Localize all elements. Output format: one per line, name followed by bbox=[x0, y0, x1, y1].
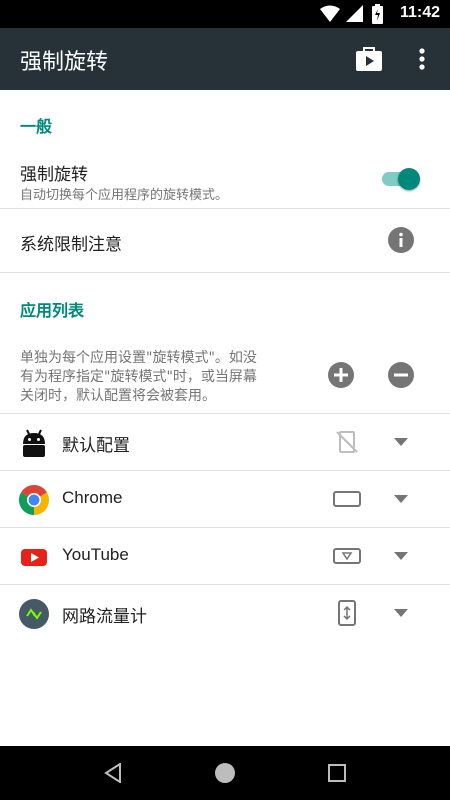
store-button[interactable] bbox=[352, 42, 386, 76]
mode-dropdown[interactable] bbox=[390, 604, 412, 622]
app-list-description: 单独为每个应用设置"旋转模式"。如没 有为程序指定"旋转模式"时，或当屏幕 关闭… bbox=[20, 349, 310, 406]
app-title: 强制旋转 bbox=[20, 50, 109, 75]
back-button[interactable] bbox=[100, 760, 126, 786]
navigation-bar bbox=[0, 746, 450, 800]
system-limits-title: 系统限制注意 bbox=[20, 235, 122, 255]
force-rotation-toggle[interactable] bbox=[382, 164, 422, 194]
remove-icon bbox=[394, 373, 408, 377]
add-app-button[interactable] bbox=[328, 362, 354, 388]
more-vert-icon bbox=[419, 48, 425, 70]
divider bbox=[0, 272, 450, 273]
chevron-down-icon bbox=[394, 609, 408, 617]
mode-dropdown[interactable] bbox=[390, 547, 412, 565]
more-options-button[interactable] bbox=[405, 42, 439, 76]
reverse-landscape-icon[interactable] bbox=[330, 543, 364, 569]
force-rotation-subtitle: 自动切换每个应用程序的旋转模式。 bbox=[20, 188, 229, 203]
traffic-meter-icon bbox=[18, 598, 50, 630]
portrait-icon[interactable] bbox=[330, 600, 364, 626]
force-rotation-title: 强制旋转 bbox=[20, 165, 88, 185]
app-row-youtube[interactable]: YouTube bbox=[0, 528, 450, 584]
battery-icon bbox=[372, 4, 383, 28]
app-row-chrome[interactable]: Chrome bbox=[0, 471, 450, 527]
wifi-icon bbox=[320, 5, 340, 27]
app-bar: 强制旋转 bbox=[0, 28, 450, 90]
status-time: 11:42 bbox=[399, 4, 440, 21]
youtube-icon bbox=[18, 541, 50, 573]
toggle-thumb bbox=[398, 168, 420, 190]
landscape-icon[interactable] bbox=[330, 486, 364, 512]
force-rotation-row[interactable]: 强制旋转 自动切换每个应用程序的旋转模式。 bbox=[0, 148, 450, 208]
app-row-default[interactable]: 默认配置 bbox=[0, 414, 450, 470]
chrome-icon bbox=[18, 484, 50, 516]
android-icon bbox=[18, 427, 50, 459]
description-line: 关闭时，默认配置将会被套用。 bbox=[20, 388, 216, 404]
section-header-app-list: 应用列表 bbox=[20, 301, 85, 320]
mode-dropdown[interactable] bbox=[390, 433, 412, 451]
chevron-down-icon bbox=[394, 495, 408, 503]
recents-icon bbox=[328, 764, 346, 782]
section-header-general: 一般 bbox=[20, 117, 53, 136]
chevron-down-icon bbox=[394, 438, 408, 446]
description-line: 有为程序指定"旋转模式"时，或当屏幕 bbox=[20, 369, 257, 385]
app-name: 默认配置 bbox=[62, 436, 130, 455]
signal-icon bbox=[346, 5, 364, 27]
app-name: 网路流量计 bbox=[62, 607, 147, 626]
mode-dropdown[interactable] bbox=[390, 490, 412, 508]
add-icon bbox=[334, 368, 348, 382]
remove-app-button[interactable] bbox=[388, 362, 414, 388]
chevron-down-icon bbox=[394, 552, 408, 560]
status-bar: 11:42 bbox=[0, 0, 450, 28]
back-icon bbox=[104, 763, 121, 783]
app-row-traffic-meter[interactable]: 网路流量计 bbox=[0, 585, 450, 641]
home-icon bbox=[215, 763, 235, 783]
recents-button[interactable] bbox=[324, 760, 350, 786]
description-line: 单独为每个应用设置"旋转模式"。如没 bbox=[20, 350, 257, 366]
store-icon bbox=[356, 47, 382, 71]
rotation-off-icon[interactable] bbox=[330, 429, 364, 455]
system-limits-row[interactable]: 系统限制注意 bbox=[0, 209, 450, 272]
home-button[interactable] bbox=[212, 760, 238, 786]
info-icon[interactable] bbox=[388, 227, 414, 253]
app-name: YouTube bbox=[62, 545, 129, 564]
app-name: Chrome bbox=[62, 488, 123, 507]
